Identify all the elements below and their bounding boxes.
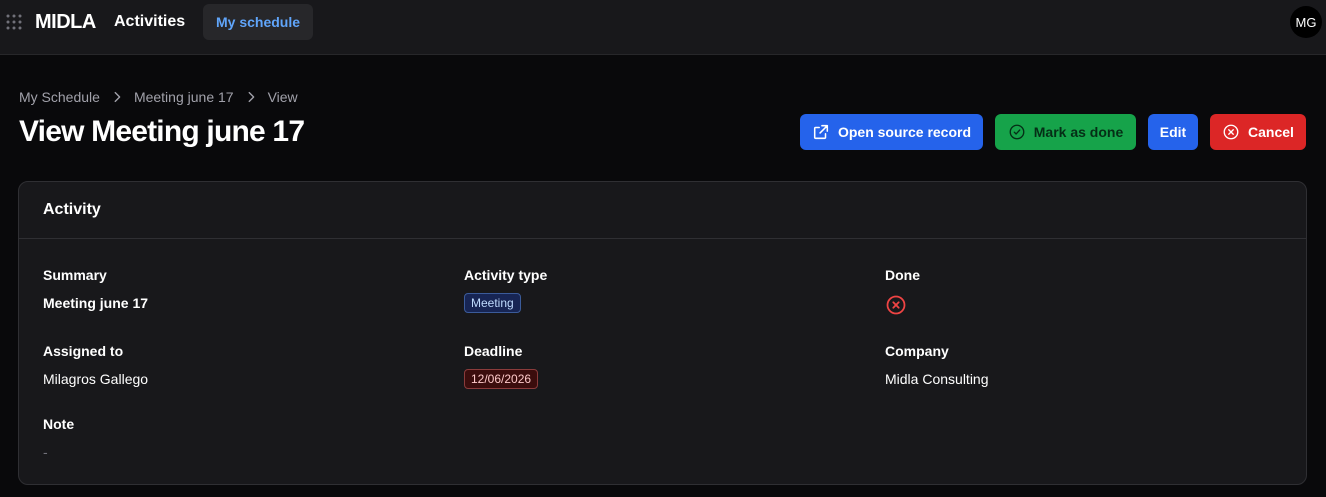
top-navbar: MIDLA Activities My schedule MG — [0, 0, 1326, 55]
note-label: Note — [43, 416, 75, 432]
nav-activities[interactable]: Activities — [114, 12, 185, 32]
breadcrumb-meeting[interactable]: Meeting june 17 — [134, 89, 234, 105]
summary-field: Summary Meeting june 17 — [43, 266, 148, 312]
done-field: Done — [885, 266, 920, 316]
mark-as-done-button[interactable]: Mark as done — [995, 114, 1136, 150]
x-circle-icon — [886, 295, 906, 315]
user-avatar[interactable]: MG — [1290, 6, 1322, 38]
note-value: - — [43, 444, 48, 460]
company-label: Company — [885, 343, 949, 359]
assigned-to-field: Assigned to Milagros Gallego — [43, 342, 148, 388]
cancel-label: Cancel — [1248, 124, 1294, 140]
activity-type-label: Activity type — [464, 267, 548, 283]
company-value: Midla Consulting — [885, 371, 989, 387]
card-title: Activity — [19, 182, 1306, 239]
check-circle-icon — [1009, 124, 1025, 140]
open-source-record-button[interactable]: Open source record — [800, 114, 983, 150]
mark-as-done-label: Mark as done — [1033, 124, 1124, 140]
note-field: Note - — [43, 415, 74, 461]
x-circle-icon — [1223, 124, 1239, 140]
brand-logo[interactable]: MIDLA — [35, 10, 96, 34]
deadline-badge: 12/06/2026 — [464, 369, 539, 389]
breadcrumb-my-schedule[interactable]: My Schedule — [19, 89, 100, 105]
assigned-to-label: Assigned to — [43, 343, 124, 359]
assigned-to-value: Milagros Gallego — [43, 371, 149, 387]
done-label: Done — [885, 267, 920, 283]
chevron-right-icon — [248, 91, 254, 103]
activity-card: Activity Summary Meeting june 17 Activit… — [18, 181, 1307, 485]
summary-value: Meeting june 17 — [43, 295, 149, 311]
apps-grid-icon[interactable] — [6, 14, 22, 30]
breadcrumb-current: View — [267, 89, 298, 105]
deadline-field: Deadline 12/06/2026 — [464, 342, 539, 389]
breadcrumb: My Schedule Meeting june 17 View — [19, 88, 298, 106]
chevron-right-icon — [114, 91, 121, 103]
company-field: Company Midla Consulting — [885, 342, 989, 388]
page-title: View Meeting june 17 — [19, 115, 305, 148]
edit-button[interactable]: Edit — [1148, 114, 1198, 150]
summary-label: Summary — [43, 267, 107, 283]
activity-type-field: Activity type Meeting — [464, 266, 547, 313]
cancel-button[interactable]: Cancel — [1210, 114, 1306, 150]
activity-type-badge: Meeting — [464, 293, 521, 313]
deadline-label: Deadline — [464, 343, 523, 359]
open-source-record-label: Open source record — [837, 124, 972, 140]
external-link-icon — [813, 124, 829, 140]
nav-my-schedule[interactable]: My schedule — [203, 4, 313, 40]
